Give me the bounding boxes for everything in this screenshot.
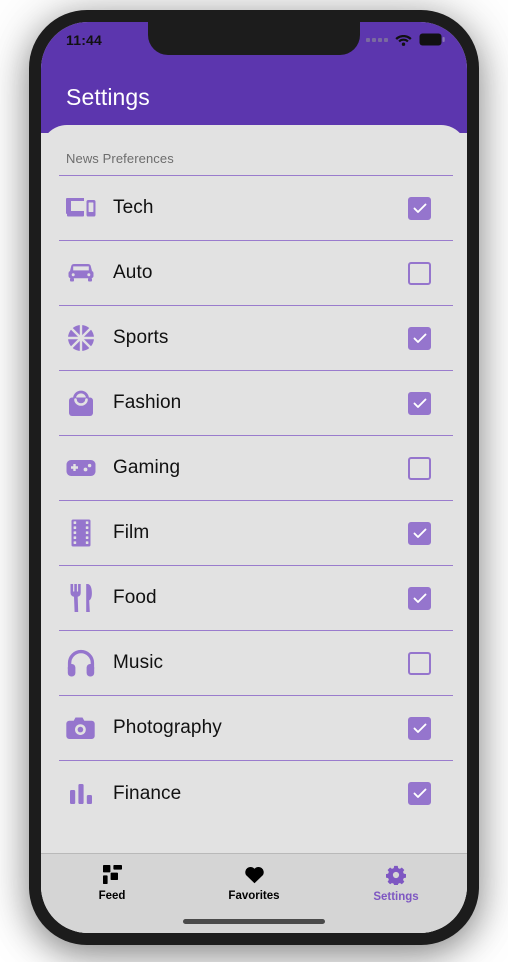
phone-screen: 11:44 Settings News Preferences Tech Aut… xyxy=(41,22,467,933)
list-item-gaming[interactable]: Gaming xyxy=(59,436,453,501)
basketball-icon xyxy=(59,324,103,352)
checkbox-music[interactable] xyxy=(408,651,431,675)
battery-full-icon xyxy=(419,33,445,46)
gear-icon xyxy=(386,865,406,885)
preferences-list: Tech Auto Sports Fashion Gaming Film Foo… xyxy=(59,175,453,826)
list-item-label: Music xyxy=(113,652,164,673)
list-item-label: Tech xyxy=(113,197,154,218)
section-header: News Preferences xyxy=(66,151,174,166)
car-icon xyxy=(59,261,103,285)
checkbox-photography[interactable] xyxy=(408,716,431,740)
checkbox-food[interactable] xyxy=(408,586,431,610)
list-item-auto[interactable]: Auto xyxy=(59,241,453,306)
list-item-food[interactable]: Food xyxy=(59,566,453,631)
list-item-label: Auto xyxy=(113,262,153,283)
film-strip-icon xyxy=(59,519,103,547)
wifi-icon xyxy=(395,33,412,46)
tab-label: Settings xyxy=(373,891,419,903)
tab-label: Feed xyxy=(98,890,126,902)
home-indicator[interactable] xyxy=(183,919,325,924)
checkbox-film[interactable] xyxy=(408,521,431,545)
gamepad-icon xyxy=(59,458,103,478)
list-item-label: Fashion xyxy=(113,392,182,413)
list-item-photography[interactable]: Photography xyxy=(59,696,453,761)
content-card: News Preferences Tech Auto Sports Fashio… xyxy=(41,125,467,933)
headphones-icon xyxy=(59,649,103,677)
list-item-finance[interactable]: Finance xyxy=(59,761,453,826)
list-item-label: Finance xyxy=(113,782,182,804)
checkbox-fashion[interactable] xyxy=(408,391,431,415)
checkbox-tech[interactable] xyxy=(408,196,431,220)
list-item-music[interactable]: Music xyxy=(59,631,453,696)
notch xyxy=(148,22,360,55)
list-item-tech[interactable]: Tech xyxy=(59,176,453,241)
checkbox-auto[interactable] xyxy=(408,261,431,285)
signal-dots-icon xyxy=(366,37,388,42)
fork-knife-icon xyxy=(59,583,103,613)
checkbox-gaming[interactable] xyxy=(408,456,431,480)
checkbox-sports[interactable] xyxy=(408,326,431,350)
list-item-label: Film xyxy=(113,522,150,543)
app-bar: 11:44 Settings xyxy=(41,22,467,133)
status-time: 11:44 xyxy=(66,31,103,48)
tab-feed[interactable]: Feed xyxy=(41,865,183,902)
tab-label: Favorites xyxy=(228,890,280,902)
list-item-film[interactable]: Film xyxy=(59,501,453,566)
handbag-icon xyxy=(59,389,103,417)
list-item-sports[interactable]: Sports xyxy=(59,306,453,371)
list-item-label: Food xyxy=(113,587,157,608)
grid-icon xyxy=(102,865,122,884)
tab-settings[interactable]: Settings xyxy=(325,865,467,903)
camera-icon xyxy=(59,716,103,740)
bottom-tab-bar: Feed Favorites Settings xyxy=(41,853,467,933)
heart-icon xyxy=(244,865,265,884)
tab-favorites[interactable]: Favorites xyxy=(183,865,325,902)
bar-chart-icon xyxy=(59,782,103,806)
list-item-fashion[interactable]: Fashion xyxy=(59,371,453,436)
devices-icon xyxy=(59,196,103,220)
status-icons xyxy=(366,33,445,46)
list-item-label: Gaming xyxy=(113,457,181,478)
list-item-label: Sports xyxy=(113,327,169,348)
page-title: Settings xyxy=(66,84,150,110)
checkbox-finance[interactable] xyxy=(408,782,431,805)
list-item-label: Photography xyxy=(113,717,222,738)
